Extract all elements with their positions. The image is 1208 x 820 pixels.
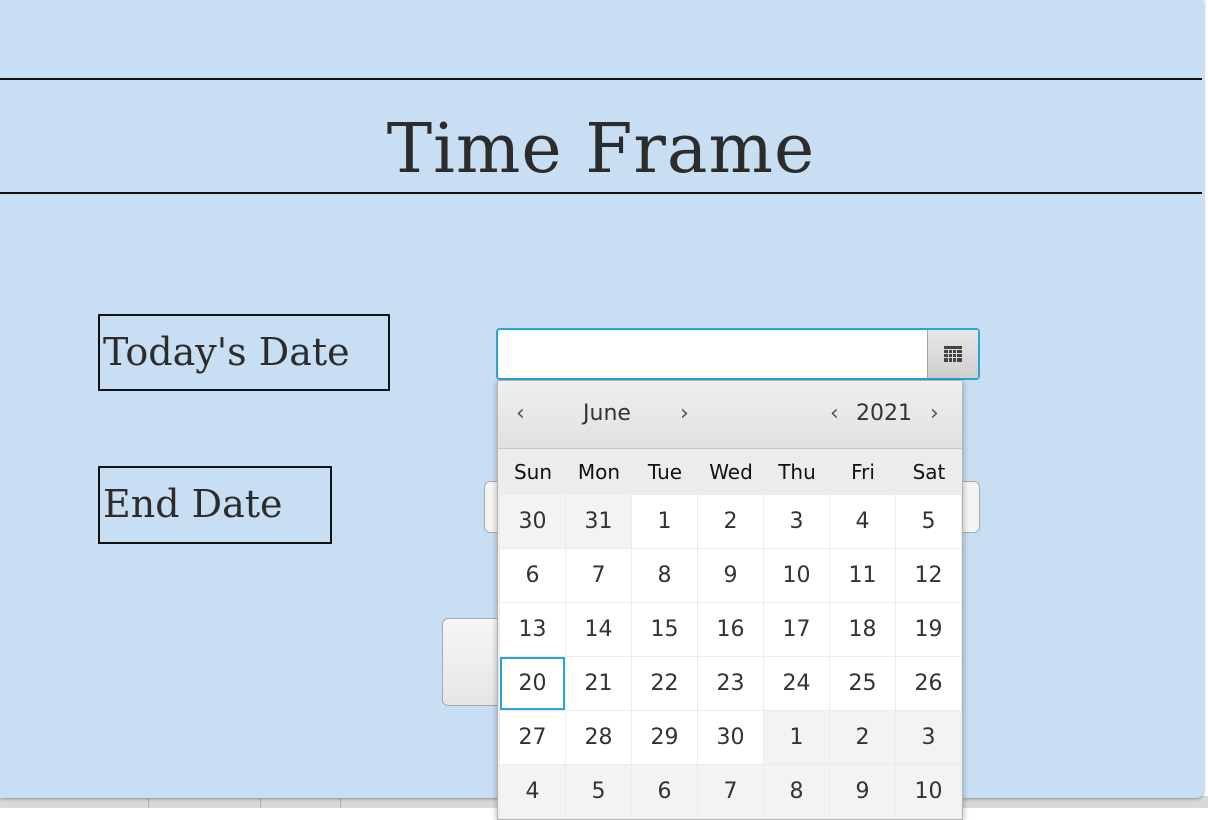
calendar-day-other-month[interactable]: 9 <box>830 765 895 818</box>
calendar-day-other-month[interactable]: 5 <box>566 765 631 818</box>
weekday-label: Fri <box>851 460 875 484</box>
calendar-day[interactable]: 6 <box>500 549 565 602</box>
calendar-day[interactable]: 10 <box>764 549 829 602</box>
calendar-day-other-month[interactable]: 10 <box>896 765 961 818</box>
year-label: 2021 <box>856 401 912 426</box>
calendar-day[interactable]: 25 <box>830 657 895 710</box>
calendar-day[interactable]: 1 <box>632 495 697 548</box>
month-label: June <box>583 401 631 426</box>
calendar-day[interactable]: 14 <box>566 603 631 656</box>
calendar-day[interactable]: 15 <box>632 603 697 656</box>
weekday-header-row: Sun Mon Tue Wed Thu Fri Sat <box>500 449 960 495</box>
calendar-popup: ‹ June › ‹ 2021 › Sun Mon Tue Wed Thu Fri Sat … <box>497 380 963 820</box>
calendar-day[interactable]: 18 <box>830 603 895 656</box>
calendar-day[interactable]: 9 <box>698 549 763 602</box>
end-date-label: End Date <box>98 466 332 544</box>
weekday-label: Wed <box>709 460 753 484</box>
calendar-day-other-month[interactable]: 30 <box>500 495 565 548</box>
calendar-day-other-month[interactable]: 7 <box>698 765 763 818</box>
background-window-edge <box>1204 0 1208 808</box>
calendar-day[interactable]: 12 <box>896 549 961 602</box>
calendar-day-other-month[interactable]: 31 <box>566 495 631 548</box>
calendar-day[interactable]: 21 <box>566 657 631 710</box>
todays-date-input[interactable] <box>498 330 927 378</box>
calendar-day[interactable]: 23 <box>698 657 763 710</box>
weekday-label: Sat <box>912 460 946 484</box>
calendar-button[interactable] <box>927 330 978 378</box>
calendar-day[interactable]: 30 <box>698 711 763 764</box>
calendar-day[interactable]: 29 <box>632 711 697 764</box>
calendar-day[interactable]: 20 <box>500 657 565 710</box>
calendar-day[interactable]: 4 <box>830 495 895 548</box>
calendar-day[interactable]: 19 <box>896 603 961 656</box>
calendar-day[interactable]: 7 <box>566 549 631 602</box>
prev-month-button[interactable]: ‹ <box>516 397 525 431</box>
calendar-day[interactable]: 8 <box>632 549 697 602</box>
calendar-day-other-month[interactable]: 3 <box>896 711 961 764</box>
calendar-header: ‹ June › ‹ 2021 › <box>498 381 962 449</box>
todays-date-picker <box>496 328 980 380</box>
calendar-day-other-month[interactable]: 6 <box>632 765 697 818</box>
calendar-day[interactable]: 22 <box>632 657 697 710</box>
calendar-day[interactable]: 26 <box>896 657 961 710</box>
todays-date-label: Today's Date <box>98 314 390 391</box>
calendar-day-other-month[interactable]: 2 <box>830 711 895 764</box>
next-year-button[interactable]: › <box>930 397 939 431</box>
title-bottom-rule <box>0 192 1202 194</box>
calendar-day[interactable]: 16 <box>698 603 763 656</box>
weekday-label: Sun <box>513 460 553 484</box>
calendar-day[interactable]: 17 <box>764 603 829 656</box>
calendar-day[interactable]: 28 <box>566 711 631 764</box>
title-top-rule <box>0 78 1202 80</box>
calendar-day[interactable]: 11 <box>830 549 895 602</box>
calendar-day-other-month[interactable]: 4 <box>500 765 565 818</box>
page-title: Time Frame <box>386 110 816 189</box>
prev-year-button[interactable]: ‹ <box>830 397 839 431</box>
calendar-day[interactable]: 2 <box>698 495 763 548</box>
next-month-button[interactable]: › <box>680 397 689 431</box>
calendar-day[interactable]: 13 <box>500 603 565 656</box>
calendar-day-other-month[interactable]: 8 <box>764 765 829 818</box>
calendar-icon <box>944 346 962 362</box>
calendar-day[interactable]: 27 <box>500 711 565 764</box>
weekday-label: Thu <box>778 460 816 484</box>
weekday-label: Mon <box>577 460 621 484</box>
weekday-label: Tue <box>647 460 683 484</box>
calendar-day-other-month[interactable]: 1 <box>764 711 829 764</box>
calendar-day[interactable]: 24 <box>764 657 829 710</box>
calendar-day[interactable]: 3 <box>764 495 829 548</box>
calendar-day[interactable]: 5 <box>896 495 961 548</box>
